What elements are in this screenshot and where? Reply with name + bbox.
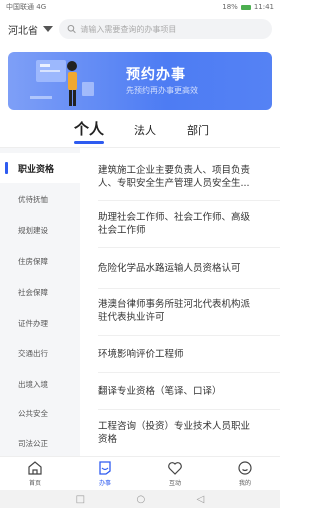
sidebar-item-public-safety[interactable]: 公共安全 bbox=[0, 398, 80, 428]
time-label: 11:41 bbox=[253, 3, 274, 11]
system-nav-bar: □ ○ ◁ bbox=[0, 490, 280, 508]
tab-active-indicator bbox=[74, 141, 104, 144]
status-bar: 中国联通 4G 18% 11:41 bbox=[0, 0, 280, 14]
search-box[interactable] bbox=[59, 19, 272, 39]
nav-profile[interactable]: 我的 bbox=[210, 457, 280, 490]
home-circle-icon[interactable]: ○ bbox=[136, 494, 145, 505]
appointment-banner[interactable]: 预约办事 先预约再办事更高效 bbox=[8, 52, 272, 110]
status-left: 中国联通 4G bbox=[6, 2, 46, 12]
list-item-text: 人、专职安全生产管理人员安全生... bbox=[98, 178, 250, 189]
nav-tasks-label: 办事 bbox=[98, 480, 111, 487]
list-item[interactable]: 助理社会工作师、社会工作师、高级 社会工作师 bbox=[80, 211, 280, 237]
list-item[interactable]: 环境影响评价工程师 bbox=[80, 348, 280, 361]
nav-interact-label: 互动 bbox=[168, 480, 181, 487]
home-icon bbox=[28, 461, 42, 475]
province-label: 河北省 bbox=[8, 25, 38, 37]
list-divider bbox=[98, 247, 280, 248]
list-item[interactable]: 危险化学品水路运输人员资格认可 bbox=[80, 262, 280, 275]
list-item[interactable]: 工程咨询（投资）专业技术人员职业 资格 bbox=[80, 420, 280, 446]
sidebar-item-housing[interactable]: 住房保障 bbox=[0, 246, 80, 276]
list-item-text: 环境影响评价工程师 bbox=[98, 349, 184, 360]
province-selector[interactable]: 河北省 bbox=[8, 22, 53, 37]
list-divider bbox=[98, 372, 280, 373]
search-input[interactable] bbox=[80, 24, 264, 34]
nav-home-label: 首页 bbox=[28, 480, 41, 487]
user-icon bbox=[238, 461, 252, 475]
tab-department[interactable]: 部门 bbox=[187, 122, 209, 138]
list-divider bbox=[98, 409, 280, 410]
list-item[interactable]: 建筑施工企业主要负责人、项目负责 人、专职安全生产管理人员安全生... bbox=[80, 164, 280, 190]
search-icon bbox=[67, 24, 76, 34]
sidebar-item-justice[interactable]: 司法公正 bbox=[0, 428, 80, 458]
battery-icon bbox=[240, 4, 251, 10]
banner-title: 预约办事 bbox=[126, 67, 186, 83]
sidebar-item-transportation[interactable]: 交通出行 bbox=[0, 338, 80, 368]
list-item-text: 翻译专业资格（笔译、口译） bbox=[98, 386, 222, 397]
banner-subtitle: 先预约再办事更高效 bbox=[126, 86, 198, 95]
sidebar-item-certificates[interactable]: 证件办理 bbox=[0, 308, 80, 338]
tab-legal-person[interactable]: 法人 bbox=[134, 122, 156, 138]
category-tabs: 个人 法人 部门 bbox=[0, 118, 280, 146]
heart-icon bbox=[168, 462, 182, 475]
nav-tasks[interactable]: 办事 bbox=[70, 457, 140, 490]
nav-home[interactable]: 首页 bbox=[0, 457, 70, 490]
carrier-label: 中国联通 bbox=[6, 3, 34, 11]
status-right: 18% 11:41 bbox=[222, 3, 274, 11]
list-item-text: 工程咨询（投资）专业技术人员职业 bbox=[98, 421, 251, 432]
list-item-text: 港澳台律师事务所驻河北代表机构派 bbox=[98, 299, 251, 310]
bottom-nav: 首页 办事 互动 我的 bbox=[0, 456, 280, 490]
tab-personal[interactable]: 个人 bbox=[74, 118, 104, 139]
task-icon bbox=[99, 461, 111, 475]
list-item-text: 危险化学品水路运输人员资格认可 bbox=[98, 263, 241, 274]
sidebar-item-social-security[interactable]: 社会保障 bbox=[0, 277, 80, 307]
list-divider bbox=[98, 200, 280, 201]
banner-illustration bbox=[30, 60, 94, 106]
recent-apps-icon[interactable]: □ bbox=[76, 494, 85, 505]
nav-profile-label: 我的 bbox=[238, 480, 251, 487]
sidebar-item-planning-construction[interactable]: 规划建设 bbox=[0, 215, 80, 245]
list-item[interactable]: 翻译专业资格（笔译、口译） bbox=[80, 385, 280, 398]
list-divider bbox=[98, 288, 280, 289]
sidebar-item-professional-qualification[interactable]: 职业资格 bbox=[0, 153, 80, 183]
list-item-text: 社会工作师 bbox=[98, 225, 146, 236]
list-item-text: 建筑施工企业主要负责人、项目负责 bbox=[98, 165, 251, 176]
dropdown-arrow-icon bbox=[43, 26, 53, 32]
category-sidebar: 职业资格 优待抚恤 规划建设 住房保障 社会保障 证件办理 交通出行 出境入境 … bbox=[0, 148, 80, 456]
network-label: 4G bbox=[36, 3, 47, 11]
battery-label: 18% bbox=[222, 3, 238, 11]
sidebar-item-exit-entry[interactable]: 出境入境 bbox=[0, 369, 80, 399]
nav-interact[interactable]: 互动 bbox=[140, 457, 210, 490]
service-list: 建筑施工企业主要负责人、项目负责 人、专职安全生产管理人员安全生... 助理社会… bbox=[80, 148, 280, 456]
search-row: 河北省 bbox=[0, 14, 280, 44]
list-item[interactable]: 港澳台律师事务所驻河北代表机构派 驻代表执业许可 bbox=[80, 298, 280, 324]
back-icon[interactable]: ◁ bbox=[197, 494, 205, 505]
list-item-text: 资格 bbox=[98, 434, 118, 445]
list-item-text: 助理社会工作师、社会工作师、高级 bbox=[98, 212, 251, 223]
list-item-text: 驻代表执业许可 bbox=[98, 312, 165, 323]
list-divider bbox=[98, 335, 280, 336]
sidebar-item-preferential-pension[interactable]: 优待抚恤 bbox=[0, 184, 80, 214]
